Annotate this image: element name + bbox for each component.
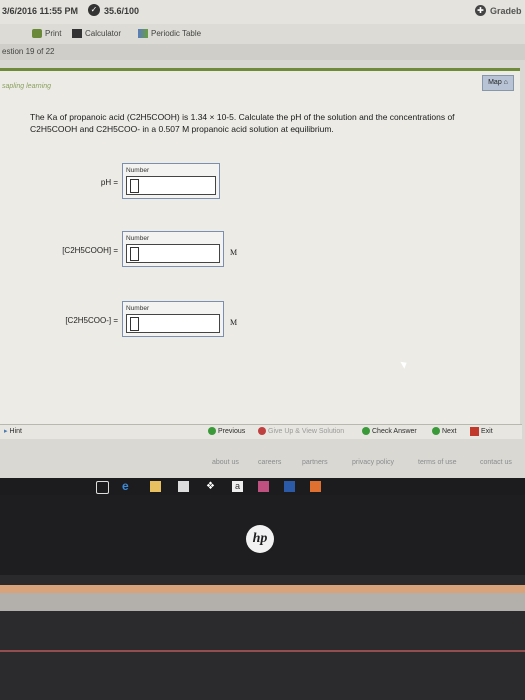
number-label: Number: [126, 167, 150, 174]
periodic-table-icon: [138, 29, 148, 38]
acid-field: [C2H5COOH] = Number M: [56, 231, 237, 267]
gradebook-link[interactable]: Gradeb: [490, 6, 522, 16]
brand-logo: sapling learning: [2, 83, 52, 90]
task-view-icon[interactable]: [96, 481, 109, 494]
laptop-base: [0, 611, 525, 700]
acid-unit: M: [230, 248, 238, 257]
calculator-label: Calculator: [85, 29, 122, 38]
previous-label: Previous: [218, 427, 246, 435]
conjugate-base-label: [C2H5COO-] =: [65, 316, 118, 325]
input-caret: [130, 317, 139, 331]
exit-icon: [470, 427, 479, 436]
check-answer-button[interactable]: Check Answer: [362, 427, 417, 435]
hint-label: Hint: [9, 427, 22, 435]
score-icon: ✓: [88, 4, 100, 16]
conjugate-base-input[interactable]: [126, 314, 220, 333]
check-icon: [362, 427, 370, 435]
hint-button[interactable]: ▸ Hint: [4, 427, 22, 436]
map-button[interactable]: Map ⌂: [482, 75, 514, 91]
give-up-icon: [258, 427, 266, 435]
site-footer: about us careers partners privacy policy…: [0, 452, 525, 472]
exit-label: Exit: [481, 428, 493, 435]
footer-link-privacy[interactable]: privacy policy: [352, 459, 394, 466]
acid-input[interactable]: [126, 244, 220, 263]
question-nav-bar: ▸ Hint Previous Give Up & View Solution …: [0, 424, 522, 439]
ph-field: pH = Number: [56, 163, 220, 199]
question-text: The Ka of propanoic acid (C2H5COOH) is 1…: [30, 112, 455, 134]
screen: 3/6/2016 11:55 PM ✓ 35.6/100 ✚ Gradeb Pr…: [0, 0, 525, 495]
footer-link-terms[interactable]: terms of use: [418, 459, 457, 466]
next-label: Next: [442, 427, 457, 435]
pinned-app-icon[interactable]: [310, 481, 321, 492]
footer-link-careers[interactable]: careers: [258, 459, 281, 466]
ph-label: pH =: [100, 178, 118, 187]
file-explorer-icon[interactable]: [150, 481, 161, 492]
number-label: Number: [126, 305, 150, 312]
question-panel: sapling learning Map ⌂ The Ka of propano…: [0, 68, 520, 431]
conjugate-base-unit: M: [230, 318, 238, 327]
word-icon[interactable]: [284, 481, 295, 492]
keyboard-edge: [0, 650, 525, 652]
calculator-icon: [72, 29, 82, 38]
footer-link-about[interactable]: about us: [212, 459, 239, 466]
ph-input[interactable]: [126, 176, 216, 195]
conjugate-base-field: [C2H5COO-] = Number M: [56, 301, 237, 337]
check-label: Check Answer: [372, 427, 417, 435]
print-button[interactable]: Print: [32, 29, 61, 38]
question-number: estion 19 of 22: [2, 47, 55, 56]
exit-button[interactable]: Exit: [470, 427, 493, 436]
number-label: Number: [126, 235, 150, 242]
periodic-table-label: Periodic Table: [151, 29, 202, 38]
map-label: Map: [488, 79, 502, 86]
input-caret: [130, 247, 139, 261]
edge-browser-icon[interactable]: e: [122, 480, 133, 492]
app-icon[interactable]: [258, 481, 269, 492]
dropbox-icon[interactable]: ❖: [206, 481, 217, 492]
score: 35.6/100: [104, 6, 140, 16]
acid-number-box: Number: [122, 231, 224, 267]
toolbar: Print Calculator Periodic Table: [0, 24, 525, 44]
previous-icon: [208, 427, 216, 435]
taskbar: e ❖ a: [0, 478, 525, 495]
next-icon: [432, 427, 440, 435]
gradebook-icon[interactable]: ✚: [475, 5, 486, 16]
previous-button[interactable]: Previous: [208, 427, 245, 435]
input-caret: [130, 179, 139, 193]
footer-link-partners[interactable]: partners: [302, 459, 328, 466]
calculator-button[interactable]: Calculator: [72, 29, 121, 38]
status-bar: 3/6/2016 11:55 PM ✓ 35.6/100 ✚ Gradeb: [0, 0, 525, 24]
next-button[interactable]: Next: [432, 427, 456, 435]
give-up-button[interactable]: Give Up & View Solution: [258, 427, 344, 435]
acid-label: [C2H5COOH] =: [62, 246, 118, 255]
hp-logo: hp: [246, 525, 274, 553]
amazon-icon[interactable]: a: [232, 481, 243, 492]
printer-icon: [32, 29, 42, 38]
give-up-label: Give Up & View Solution: [268, 427, 345, 435]
ph-number-box: Number: [122, 163, 220, 199]
print-label: Print: [45, 29, 62, 38]
laptop-hinge: [0, 585, 525, 593]
periodic-table-button[interactable]: Periodic Table: [138, 29, 201, 38]
conjugate-base-number-box: Number: [122, 301, 224, 337]
store-icon[interactable]: [178, 481, 189, 492]
footer-link-contact[interactable]: contact us: [480, 459, 512, 466]
laptop-hinge-lower: [0, 593, 525, 611]
datetime: 3/6/2016 11:55 PM: [2, 6, 79, 16]
hint-arrow-icon: ▸: [4, 428, 8, 435]
question-number-bar: estion 19 of 22: [0, 44, 525, 60]
